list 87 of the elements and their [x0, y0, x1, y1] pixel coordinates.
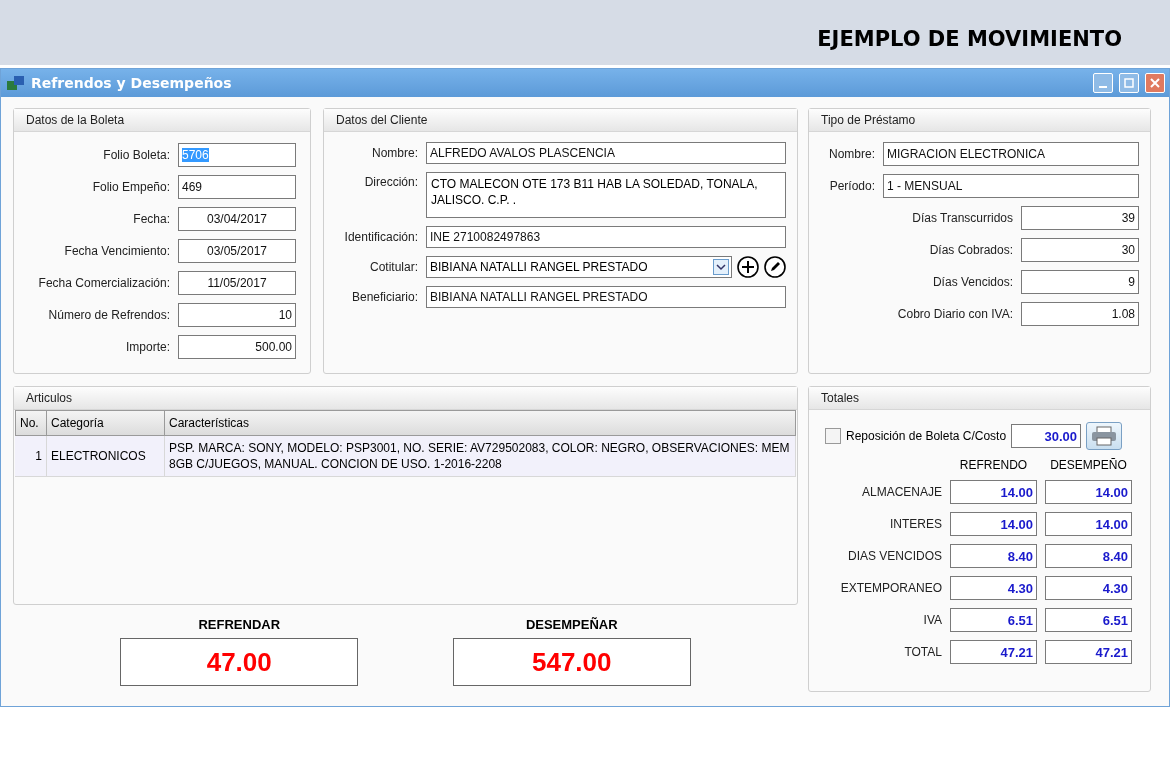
field-label: Cobro Diario con IVA: — [897, 307, 1013, 321]
input-field[interactable]: MIGRACION ELECTRONICA — [883, 142, 1139, 166]
app-icon — [7, 75, 25, 91]
amount-field: 4.30 — [1045, 576, 1132, 600]
input-field[interactable]: 1.08 — [1021, 302, 1139, 326]
field-label: Fecha Comercialización: — [37, 276, 170, 290]
summary-amount: 47.00 — [120, 638, 359, 686]
input-field[interactable]: 500.00 — [178, 335, 296, 359]
amount-field: 14.00 — [950, 512, 1037, 536]
input-field[interactable]: 10 — [178, 303, 296, 327]
checkbox[interactable] — [825, 428, 841, 444]
field-label: Nombre: — [828, 147, 875, 161]
field-label: Días Cobrados: — [929, 243, 1013, 257]
row-label: ALMACENAJE — [860, 485, 942, 499]
row-label: INTERES — [889, 517, 942, 531]
amount-field: 8.40 — [1045, 544, 1132, 568]
column-header[interactable]: No. — [15, 410, 47, 436]
field-label: Días Vencidos: — [932, 275, 1013, 289]
row-label: IVA — [922, 613, 942, 627]
amount-field: 47.21 — [1045, 640, 1132, 664]
row-label: TOTAL — [903, 645, 942, 659]
banner-title: EJEMPLO DE MOVIMIENTO — [817, 27, 1122, 51]
edit-icon[interactable] — [764, 256, 786, 278]
column-header: DESEMPEÑO — [1049, 458, 1128, 472]
table-cell: 1 — [15, 436, 47, 477]
input-field[interactable]: 1 - MENSUAL — [883, 174, 1139, 198]
checkbox-label: Reposición de Boleta C/Costo — [846, 429, 1007, 443]
input-field[interactable]: 11/05/2017 — [178, 271, 296, 295]
field-label: Días Transcurridos — [912, 211, 1013, 225]
amount-field: 6.51 — [950, 608, 1037, 632]
close-button[interactable] — [1145, 73, 1165, 93]
amount-field: 8.40 — [950, 544, 1037, 568]
table-cell: ELECTRONICOS — [47, 436, 165, 477]
print-button[interactable] — [1086, 422, 1123, 450]
dropdown-icon[interactable] — [713, 259, 729, 275]
field-label: Cotitular: — [368, 260, 418, 274]
column-header[interactable]: Categoría — [47, 410, 165, 436]
amount-field: 14.00 — [1045, 512, 1132, 536]
field-label: Fecha: — [132, 212, 170, 226]
row-label: DIAS VENCIDOS — [846, 549, 942, 563]
close-icon — [1150, 78, 1160, 88]
panel-title: Datos del Cliente — [324, 109, 797, 132]
add-icon[interactable] — [737, 256, 759, 278]
input-field[interactable]: 9 — [1021, 270, 1139, 294]
input-field[interactable]: ALFREDO AVALOS PLASCENCIA — [426, 142, 786, 164]
field-label: Importe: — [125, 340, 170, 354]
input-field[interactable]: 03/05/2017 — [178, 239, 296, 263]
amount-field: 6.51 — [1045, 608, 1132, 632]
minimize-icon — [1099, 86, 1107, 88]
column-header[interactable]: Características — [165, 410, 796, 436]
summary-amount: 547.00 — [452, 638, 691, 686]
panel-title: Articulos — [14, 387, 797, 410]
input-field[interactable]: CTO MALECON OTE 173 B11 HAB LA SOLEDAD, TONALA, JALISCO. C.P. . — [426, 172, 786, 218]
table-cell: PSP. MARCA: SONY, MODELO: PSP3001, NO. SERIE: AV729502083, COLOR: NEGRO, OBSERVACIONES: MEM 8GB C/JUEGOS, MANUAL. CONCION DE USO. 1-2016-2208 — [165, 436, 796, 477]
field-label: Período: — [828, 179, 875, 193]
maximize-button[interactable] — [1119, 73, 1139, 93]
summary-label: REFRENDAR — [198, 617, 281, 632]
input-field[interactable]: 39 — [1021, 206, 1139, 230]
field-label: Folio Empeño: — [91, 180, 170, 194]
input-field[interactable]: 30 — [1021, 238, 1139, 262]
panel-title: Datos de la Boleta — [14, 109, 310, 132]
amount-field: 14.00 — [1045, 480, 1132, 504]
input-field[interactable]: BIBIANA NATALLI RANGEL PRESTADO — [426, 286, 786, 308]
field-label: Nombre: — [371, 146, 418, 160]
field-label: Número de Refrendos: — [47, 308, 170, 322]
panel-title: Totales — [809, 387, 1150, 410]
minimize-button[interactable] — [1093, 73, 1113, 93]
maximize-icon — [1124, 78, 1134, 88]
amount-field: 47.21 — [950, 640, 1037, 664]
window-title: Refrendos y Desempeños — [31, 75, 233, 91]
field-label: Beneficiario: — [350, 290, 418, 304]
input-field[interactable]: 30.00 — [1011, 424, 1082, 448]
input-field[interactable]: INE 2710082497863 — [426, 226, 786, 248]
input-field[interactable]: 03/04/2017 — [178, 207, 296, 231]
column-header: REFRENDO — [958, 458, 1029, 472]
input-field[interactable]: 469 — [178, 175, 296, 199]
field-label: Identificación: — [343, 230, 418, 244]
printer-icon — [1091, 426, 1118, 446]
amount-field: 14.00 — [950, 480, 1037, 504]
row-label: EXTEMPORANEO — [839, 581, 942, 595]
panel-title: Tipo de Préstamo — [809, 109, 1150, 132]
amount-field: 4.30 — [950, 576, 1037, 600]
field-label: Fecha Vencimiento: — [63, 244, 170, 258]
summary-label: DESEMPEÑAR — [525, 617, 618, 632]
field-label: Folio Boleta: — [102, 148, 170, 162]
field-label: Dirección: — [363, 174, 418, 189]
combo-box[interactable]: BIBIANA NATALLI RANGEL PRESTADO — [426, 256, 732, 278]
